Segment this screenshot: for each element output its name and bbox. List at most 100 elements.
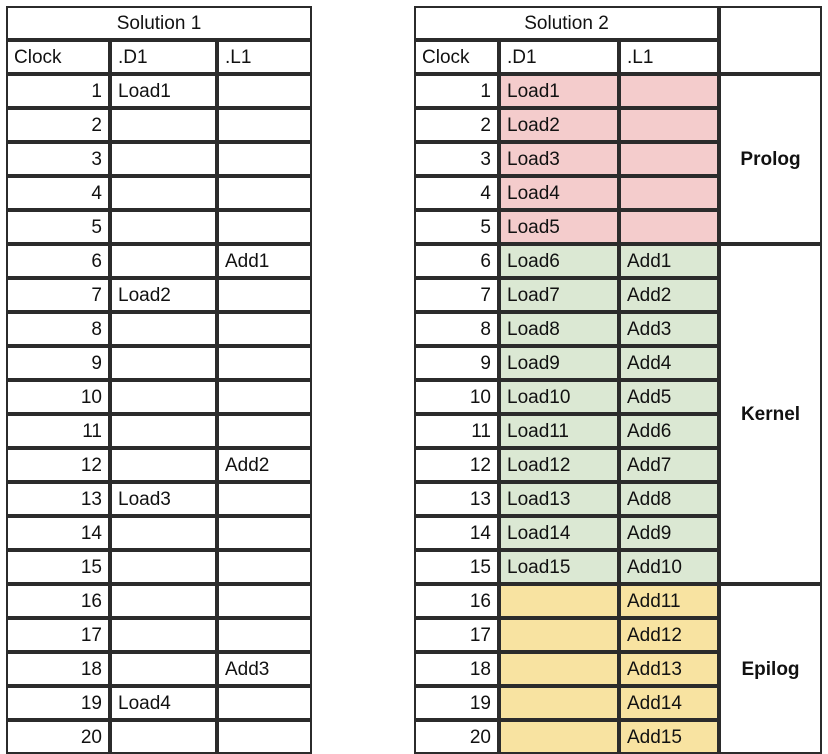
l1-slot-cell bbox=[217, 142, 313, 176]
table-row: 6 Add1 bbox=[6, 244, 313, 278]
l1-slot-cell: Add14 bbox=[619, 686, 720, 720]
l1-slot-cell bbox=[217, 210, 313, 244]
l1-slot-cell bbox=[217, 346, 313, 380]
clock-cell: 15 bbox=[414, 550, 499, 584]
d1-slot-cell bbox=[499, 584, 619, 618]
table-row: 13 Load3 bbox=[6, 482, 313, 516]
d1-slot-cell bbox=[110, 414, 217, 448]
solution-2-title: Solution 2 bbox=[414, 6, 720, 40]
clock-cell: 10 bbox=[6, 380, 110, 414]
table-row: 10 bbox=[6, 380, 313, 414]
l1-slot-cell bbox=[619, 176, 720, 210]
clock-cell: 2 bbox=[414, 108, 499, 142]
d1-slot-cell: Load13 bbox=[499, 482, 619, 516]
table-row: 17 bbox=[6, 618, 313, 652]
table-row: 2 bbox=[6, 108, 313, 142]
column-header-d1: .D1 bbox=[110, 40, 217, 74]
clock-cell: 16 bbox=[6, 584, 110, 618]
clock-cell: 5 bbox=[414, 210, 499, 244]
table-row: 18 Add3 bbox=[6, 652, 313, 686]
l1-slot-cell: Add13 bbox=[619, 652, 720, 686]
header-row: Clock .D1 .L1 bbox=[6, 40, 313, 74]
l1-slot-cell: Add10 bbox=[619, 550, 720, 584]
solution-2-body: Solution 2 Clock .D1 .L1 1 Load1 Prolog 2 Load2 3… bbox=[414, 6, 823, 754]
l1-slot-cell: Add15 bbox=[619, 720, 720, 754]
clock-cell: 20 bbox=[414, 720, 499, 754]
l1-slot-cell bbox=[217, 720, 313, 754]
clock-cell: 12 bbox=[6, 448, 110, 482]
d1-slot-cell: Load6 bbox=[499, 244, 619, 278]
d1-slot-cell bbox=[110, 346, 217, 380]
clock-cell: 6 bbox=[6, 244, 110, 278]
clock-cell: 11 bbox=[6, 414, 110, 448]
l1-slot-cell: Add3 bbox=[619, 312, 720, 346]
l1-slot-cell: Add7 bbox=[619, 448, 720, 482]
l1-slot-cell bbox=[217, 618, 313, 652]
l1-slot-cell bbox=[217, 278, 313, 312]
l1-slot-cell bbox=[217, 482, 313, 516]
table-row: 19 Load4 bbox=[6, 686, 313, 720]
phase-column-header bbox=[719, 6, 823, 74]
d1-slot-cell: Load15 bbox=[499, 550, 619, 584]
d1-slot-cell: Load7 bbox=[499, 278, 619, 312]
l1-slot-cell bbox=[217, 176, 313, 210]
table-row: 16 Add11 Epilog bbox=[414, 584, 823, 754]
l1-slot-cell: Add2 bbox=[619, 278, 720, 312]
d1-slot-cell bbox=[499, 686, 619, 720]
d1-slot-cell bbox=[110, 380, 217, 414]
clock-cell: 2 bbox=[6, 108, 110, 142]
l1-slot-cell bbox=[217, 550, 313, 584]
d1-slot-cell: Load4 bbox=[110, 686, 217, 720]
l1-slot-cell bbox=[619, 210, 720, 244]
table-row: 9 bbox=[6, 346, 313, 380]
d1-slot-cell: Load9 bbox=[499, 346, 619, 380]
d1-slot-cell: Load2 bbox=[499, 108, 619, 142]
l1-slot-cell: Add1 bbox=[619, 244, 720, 278]
column-header-l1: .L1 bbox=[619, 40, 720, 74]
l1-slot-cell: Add6 bbox=[619, 414, 720, 448]
l1-slot-cell: Add9 bbox=[619, 516, 720, 550]
clock-cell: 1 bbox=[414, 74, 499, 108]
clock-cell: 18 bbox=[6, 652, 110, 686]
d1-slot-cell: Load1 bbox=[499, 74, 619, 108]
clock-cell: 17 bbox=[6, 618, 110, 652]
clock-cell: 9 bbox=[6, 346, 110, 380]
clock-cell: 4 bbox=[414, 176, 499, 210]
d1-slot-cell bbox=[110, 584, 217, 618]
clock-cell: 8 bbox=[6, 312, 110, 346]
d1-slot-cell bbox=[499, 652, 619, 686]
clock-cell: 13 bbox=[414, 482, 499, 516]
l1-slot-cell bbox=[217, 380, 313, 414]
clock-cell: 7 bbox=[414, 278, 499, 312]
d1-slot-cell bbox=[499, 618, 619, 652]
clock-cell: 6 bbox=[414, 244, 499, 278]
clock-cell: 15 bbox=[6, 550, 110, 584]
l1-slot-cell bbox=[217, 74, 313, 108]
column-header-l1: .L1 bbox=[217, 40, 313, 74]
clock-cell: 5 bbox=[6, 210, 110, 244]
schedule-comparison-figure: Solution 1 Clock .D1 .L1 1 Load1 2 3 4 5 6 Add1 7 Loa… bbox=[0, 0, 828, 754]
l1-slot-cell: Add11 bbox=[619, 584, 720, 618]
d1-slot-cell bbox=[110, 720, 217, 754]
l1-slot-cell: Add4 bbox=[619, 346, 720, 380]
l1-slot-cell: Add1 bbox=[217, 244, 313, 278]
d1-slot-cell bbox=[110, 108, 217, 142]
column-header-d1: .D1 bbox=[499, 40, 619, 74]
d1-slot-cell: Load1 bbox=[110, 74, 217, 108]
solution-1-table: Solution 1 Clock .D1 .L1 1 Load1 2 3 4 5 6 Add1 7 Loa… bbox=[6, 6, 313, 754]
d1-slot-cell: Load5 bbox=[499, 210, 619, 244]
d1-slot-cell: Load4 bbox=[499, 176, 619, 210]
clock-cell: 11 bbox=[414, 414, 499, 448]
d1-slot-cell: Load12 bbox=[499, 448, 619, 482]
solution-1-body: Solution 1 Clock .D1 .L1 1 Load1 2 3 4 5 6 Add1 7 Loa… bbox=[6, 6, 313, 754]
table-row: 16 bbox=[6, 584, 313, 618]
d1-slot-cell bbox=[110, 244, 217, 278]
d1-slot-cell: Load10 bbox=[499, 380, 619, 414]
clock-cell: 8 bbox=[414, 312, 499, 346]
column-header-clock: Clock bbox=[414, 40, 499, 74]
d1-slot-cell: Load11 bbox=[499, 414, 619, 448]
clock-cell: 16 bbox=[414, 584, 499, 618]
clock-cell: 12 bbox=[414, 448, 499, 482]
l1-slot-cell bbox=[619, 108, 720, 142]
d1-slot-cell: Load3 bbox=[499, 142, 619, 176]
